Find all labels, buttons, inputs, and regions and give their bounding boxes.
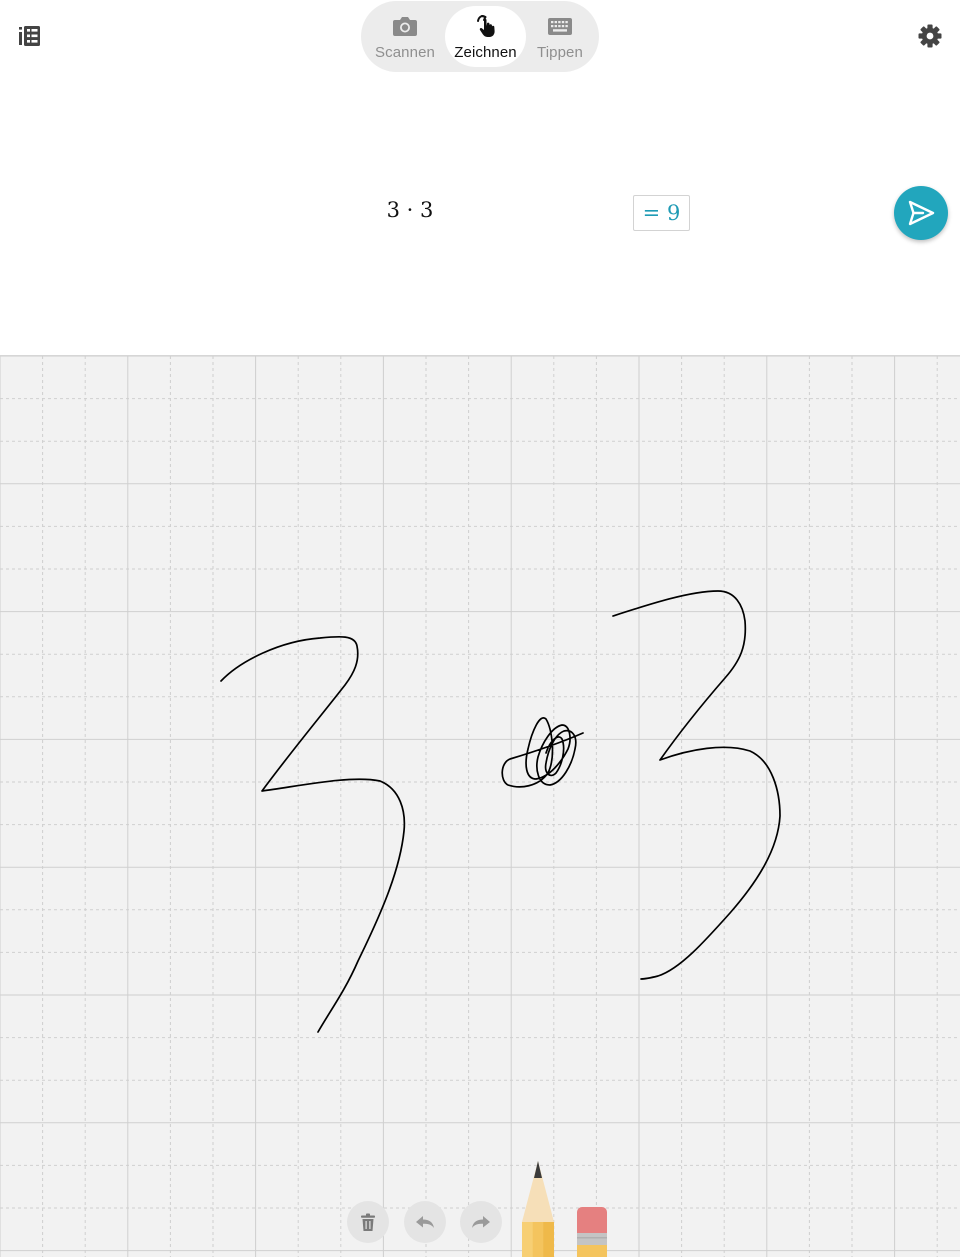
eraser-icon: [577, 1207, 607, 1257]
drawing-canvas[interactable]: [0, 355, 960, 1257]
tab-draw-label: Zeichnen: [454, 44, 517, 61]
list-history-icon: [19, 26, 40, 46]
tab-type[interactable]: Tippen: [522, 6, 598, 67]
stroke-digit-3-right: [612, 590, 781, 980]
delete-button[interactable]: [347, 1201, 389, 1243]
keyboard-icon: [548, 18, 572, 35]
solve-button[interactable]: [894, 186, 948, 240]
history-button[interactable]: [17, 24, 43, 48]
undo-icon: [416, 1216, 434, 1228]
pencil-tool[interactable]: [519, 1158, 557, 1257]
handwriting-strokes: [220, 590, 781, 1033]
stroke-dot-scribble: [501, 716, 584, 788]
gear-icon: [918, 24, 942, 48]
pencil-icon: [522, 1161, 554, 1257]
input-mode-switch: Scannen Zeichnen Tippen: [361, 1, 599, 72]
tab-draw[interactable]: Zeichnen: [445, 6, 526, 67]
undo-button[interactable]: [404, 1201, 446, 1243]
result-solution[interactable]: = 9: [633, 195, 690, 231]
camera-icon: [393, 17, 417, 36]
recognized-expression: 3 · 3: [386, 198, 434, 222]
redo-icon: [472, 1216, 490, 1228]
app-window: Scannen Zeichnen Tippen 3 · 3 = 9: [0, 0, 960, 1257]
tab-scan[interactable]: Scannen: [366, 6, 444, 67]
settings-button[interactable]: [917, 23, 943, 49]
tab-scan-label: Scannen: [375, 44, 435, 61]
stroke-digit-3-left: [220, 635, 406, 1033]
tab-type-label: Tippen: [537, 44, 583, 61]
hand-pointer-icon: [476, 15, 495, 37]
trash-icon: [361, 1213, 375, 1231]
eraser-tool[interactable]: [575, 1206, 609, 1257]
paper-plane-icon: [908, 200, 935, 226]
redo-button[interactable]: [460, 1201, 502, 1243]
